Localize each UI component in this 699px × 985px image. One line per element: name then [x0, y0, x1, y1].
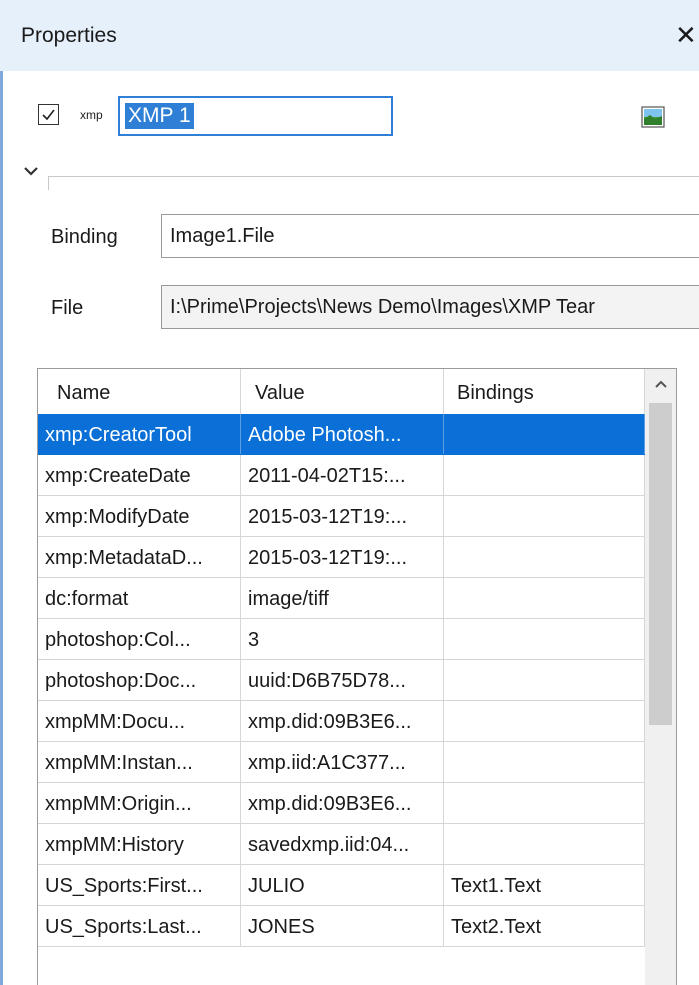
table-row[interactable]: xmpMM:Docu... xmp.did:09B3E6... [38, 701, 645, 742]
cell-value: 2015-03-12T19:... [241, 537, 444, 577]
xmp-properties-table: Name Value Bindings xmp:CreatorTool Adobe… [37, 368, 677, 985]
table-row[interactable]: xmp:CreatorTool Adobe Photosh... [38, 414, 645, 455]
image-icon[interactable] [641, 106, 665, 128]
table-row[interactable]: photoshop:Doc... uuid:D6B75D78... [38, 660, 645, 701]
cell-name: xmpMM:Origin... [38, 783, 241, 823]
table-row[interactable]: dc:format image/tiff [38, 578, 645, 619]
cell-value: JULIO [241, 865, 444, 905]
section-divider [48, 176, 699, 177]
table-row[interactable]: xmpMM:Instan... xmp.iid:A1C377... [38, 742, 645, 783]
cell-value: JONES [241, 906, 444, 946]
cell-bindings [444, 660, 645, 700]
cell-value: xmp.did:09B3E6... [241, 783, 444, 823]
panel-left-border [0, 71, 3, 985]
scrollbar-thumb[interactable] [649, 403, 672, 725]
cell-value: 3 [241, 619, 444, 659]
cell-bindings [444, 742, 645, 782]
cell-value: xmp.did:09B3E6... [241, 701, 444, 741]
cell-name: xmpMM:Docu... [38, 701, 241, 741]
cell-name: xmp:CreateDate [38, 455, 241, 495]
cell-bindings [444, 414, 645, 454]
section-divider-tick [48, 176, 49, 190]
column-header-name[interactable]: Name [38, 369, 241, 414]
table-row[interactable]: photoshop:Col... 3 [38, 619, 645, 660]
cell-bindings [444, 824, 645, 864]
scroll-up-icon[interactable] [654, 379, 668, 389]
element-type-tag: xmp [80, 108, 103, 122]
file-label: File [51, 297, 84, 319]
table-row[interactable]: xmp:ModifyDate 2015-03-12T19:... [38, 496, 645, 537]
vertical-scrollbar[interactable] [645, 369, 676, 985]
cell-name: xmp:ModifyDate [38, 496, 241, 536]
panel-titlebar: Properties ✕ [0, 0, 699, 71]
file-path-field[interactable]: I:\Prime\Projects\News Demo\Images\XMP T… [161, 285, 699, 329]
cell-bindings [444, 578, 645, 618]
cell-name: xmp:MetadataD... [38, 537, 241, 577]
cell-name: photoshop:Doc... [38, 660, 241, 700]
cell-value: image/tiff [241, 578, 444, 618]
cell-value: savedxmp.iid:04... [241, 824, 444, 864]
cell-bindings [444, 701, 645, 741]
checkmark-icon [42, 109, 55, 121]
cell-bindings [444, 783, 645, 823]
cell-value: uuid:D6B75D78... [241, 660, 444, 700]
cell-name: xmpMM:Instan... [38, 742, 241, 782]
cell-value: xmp.iid:A1C377... [241, 742, 444, 782]
enabled-checkbox[interactable] [38, 104, 59, 125]
cell-name: dc:format [38, 578, 241, 618]
cell-name: US_Sports:First... [38, 865, 241, 905]
column-header-value[interactable]: Value [241, 369, 444, 414]
cell-name: US_Sports:Last... [38, 906, 241, 946]
cell-bindings [444, 619, 645, 659]
close-icon[interactable]: ✕ [675, 22, 697, 48]
cell-bindings [444, 537, 645, 577]
table-row[interactable]: xmpMM:History savedxmp.iid:04... [38, 824, 645, 865]
table-row[interactable]: xmpMM:Origin... xmp.did:09B3E6... [38, 783, 645, 824]
table-row[interactable]: US_Sports:First... JULIO Text1.Text [38, 865, 645, 906]
cell-name: xmp:CreatorTool [38, 414, 241, 454]
table-row[interactable]: US_Sports:Last... JONES Text2.Text [38, 906, 645, 947]
panel-title: Properties [21, 24, 117, 47]
element-name-value: XMP 1 [125, 103, 194, 129]
cell-value: 2011-04-02T15:... [241, 455, 444, 495]
column-header-bindings[interactable]: Bindings [444, 369, 645, 414]
cell-name: photoshop:Col... [38, 619, 241, 659]
cell-value: 2015-03-12T19:... [241, 496, 444, 536]
cell-bindings [444, 496, 645, 536]
cell-value: Adobe Photosh... [241, 414, 444, 454]
chevron-down-icon[interactable] [22, 164, 40, 178]
binding-label: Binding [51, 226, 118, 248]
cell-name: xmpMM:History [38, 824, 241, 864]
cell-bindings: Text1.Text [444, 865, 645, 905]
table-row[interactable]: xmp:CreateDate 2011-04-02T15:... [38, 455, 645, 496]
table-header: Name Value Bindings [38, 369, 645, 415]
table-row[interactable]: xmp:MetadataD... 2015-03-12T19:... [38, 537, 645, 578]
binding-field[interactable]: Image1.File [161, 214, 699, 258]
cell-bindings: Text2.Text [444, 906, 645, 946]
cell-bindings [444, 455, 645, 495]
element-name-input[interactable]: XMP 1 [118, 96, 393, 136]
